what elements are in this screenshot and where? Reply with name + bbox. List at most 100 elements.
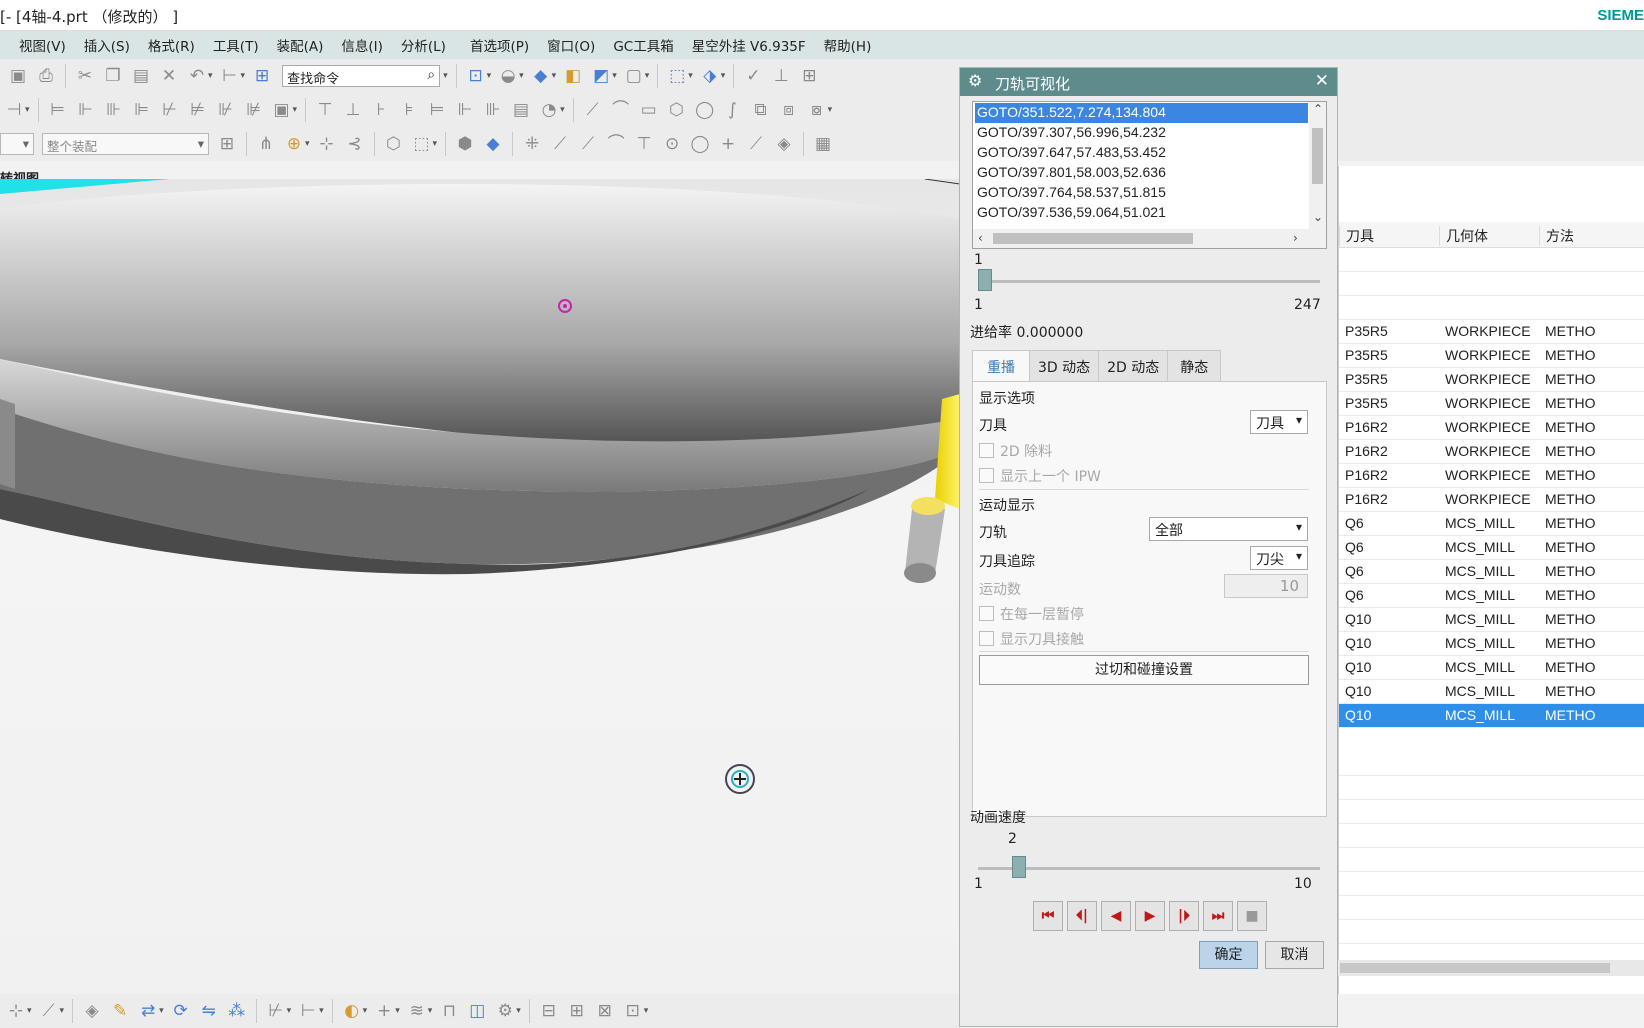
menu-window[interactable]: 窗口(O) — [538, 35, 604, 55]
create-program-icon[interactable]: ⊣ — [4, 100, 24, 120]
checkbox-box[interactable] — [979, 468, 994, 483]
col-geometry[interactable]: 几何体 — [1439, 226, 1488, 246]
machine-tool-icon[interactable]: ⊨ — [427, 100, 447, 120]
shop-doc-icon[interactable]: ▤ — [511, 100, 531, 120]
snap-face-icon[interactable]: ◈ — [774, 134, 794, 154]
scroll-thumb[interactable] — [993, 233, 1193, 244]
compare-icon[interactable]: ⊟ — [539, 1001, 559, 1021]
chevron-down-icon[interactable]: ▾ — [428, 1006, 433, 1016]
table-row[interactable]: Q10 MCS_MILL METHO — [1339, 656, 1644, 680]
speed-slider-thumb[interactable] — [1012, 856, 1026, 878]
undo-icon[interactable]: ↶ — [187, 66, 207, 86]
search-icon[interactable]: ⌕ — [427, 67, 435, 83]
box-icon[interactable]: ◫ — [467, 1001, 487, 1021]
post-icon[interactable]: ⊪ — [483, 100, 503, 120]
rewind-to-start-button[interactable]: ⏮ — [1033, 901, 1063, 931]
path-project-icon[interactable]: ⊯ — [244, 100, 264, 120]
chevron-down-icon[interactable]: ▾ — [688, 71, 693, 81]
analyze-icon[interactable]: ⊠ — [595, 1001, 615, 1021]
list-item[interactable]: GOTO/397.647,57.483,53.452 — [975, 143, 1168, 163]
gear-icon[interactable]: ⚙ — [495, 1001, 515, 1021]
grid-icon[interactable]: ▦ — [813, 134, 833, 154]
point-icon[interactable]: ⊹ — [317, 134, 337, 154]
polygon-icon[interactable]: ⬡ — [667, 100, 687, 120]
menu-format[interactable]: 格式(R) — [139, 35, 204, 55]
generate-icon[interactable]: ⊞ — [799, 66, 819, 86]
curve-rule-icon[interactable]: ⊰ — [345, 134, 365, 154]
chevron-down-icon[interactable]: ▾ — [560, 105, 565, 115]
select-feature-icon[interactable]: ⊕ — [284, 134, 304, 154]
checkbox-box[interactable] — [979, 443, 994, 458]
spline-icon[interactable]: ∫ — [723, 100, 743, 120]
snap-line-icon[interactable]: ⟋ — [746, 134, 766, 154]
chevron-right-icon[interactable]: › — [1293, 231, 1298, 245]
snap-control-icon[interactable]: ⟋ — [578, 134, 598, 154]
rotate-icon[interactable]: ⟳ — [171, 1001, 191, 1021]
table-row[interactable]: Q10 MCS_MILL METHO — [1339, 632, 1644, 656]
col-tool[interactable]: 刀具 — [1339, 226, 1374, 246]
search-input[interactable]: 查找命令 ⌕ — [282, 65, 441, 87]
menu-tools[interactable]: 工具(T) — [204, 35, 268, 55]
report-icon[interactable]: ⊡ — [623, 1001, 643, 1021]
chevron-down-icon[interactable]: ▾ — [828, 105, 833, 115]
list-item[interactable]: GOTO/397.307,56.996,54.232 — [975, 123, 1168, 143]
save-icon[interactable]: ▣ — [8, 66, 28, 86]
chevron-down-icon[interactable]: ▾ — [644, 1006, 649, 1016]
cancel-button[interactable]: 取消 — [1265, 941, 1324, 969]
snap-mid-icon[interactable]: ⟋ — [550, 134, 570, 154]
menu-help[interactable]: 帮助(H) — [815, 35, 881, 55]
chevron-down-icon[interactable]: ▾ — [319, 1006, 324, 1016]
align-left-icon[interactable]: ⊨ — [48, 100, 68, 120]
play-backward-button[interactable]: ◀ — [1101, 901, 1131, 931]
goto-list[interactable]: GOTO/351.522,7.274,134.804 GOTO/397.307,… — [972, 101, 1327, 249]
tab-static[interactable]: 静态 — [1167, 350, 1222, 382]
chevron-down-icon[interactable]: ▾ — [25, 105, 30, 115]
snap-intersect-icon[interactable]: + — [718, 134, 738, 154]
menu-gc-toolbox[interactable]: GC工具箱 — [604, 35, 682, 55]
program-order-icon[interactable]: ⊧ — [399, 100, 419, 120]
offset-icon[interactable]: ⧉ — [751, 100, 771, 120]
snap-point-icon[interactable]: ⊹ — [6, 1001, 26, 1021]
chevron-down-icon[interactable]: ▾ — [443, 71, 448, 81]
print-icon[interactable]: ⎙ — [36, 66, 56, 86]
menu-preferences[interactable]: 首选项(P) — [461, 35, 538, 55]
path-copy-icon[interactable]: ⊬ — [160, 100, 180, 120]
table-row[interactable]: Q6 MCS_MILL METHO — [1339, 536, 1644, 560]
assembly-scope-combo[interactable]: 整个装配 — [42, 133, 209, 155]
path-transform-icon[interactable]: ⊮ — [216, 100, 236, 120]
paste-icon[interactable]: ▤ — [131, 66, 151, 86]
feature-icon[interactable]: ⬗ — [700, 66, 720, 86]
rect-icon[interactable]: ▭ — [639, 100, 659, 120]
list-item[interactable]: GOTO/397.536,59.064,51.021 — [975, 203, 1168, 223]
fit-view-icon[interactable]: ⊡ — [466, 66, 486, 86]
table-row[interactable]: Q6 MCS_MILL METHO — [1339, 560, 1644, 584]
path-delete-icon[interactable]: ⊭ — [188, 100, 208, 120]
ruler-icon[interactable]: ⊢ — [298, 1001, 318, 1021]
checkbox-show-contact[interactable]: 显示刀具接触 — [979, 629, 1084, 649]
checkbox-box[interactable] — [979, 606, 994, 621]
gouge-collision-settings-button[interactable]: 过切和碰撞设置 — [979, 655, 1309, 685]
tool-icon[interactable]: ⊤ — [315, 100, 335, 120]
snap-icon[interactable]: ⋔ — [256, 134, 276, 154]
chevron-down-icon[interactable]: ▾ — [519, 71, 524, 81]
plus-icon[interactable]: + — [374, 1001, 394, 1021]
chevron-down-icon[interactable]: ▾ — [293, 105, 298, 115]
path-icon[interactable]: ⊪ — [104, 100, 124, 120]
hexagon-icon[interactable]: ⬡ — [384, 134, 404, 154]
checkbox-pause-each-level[interactable]: 在每一层暂停 — [979, 604, 1084, 624]
progress-slider-thumb[interactable] — [978, 269, 992, 291]
chevron-down-icon[interactable]: ▾ — [159, 1006, 164, 1016]
chevron-down-icon[interactable]: ▾ — [241, 71, 246, 81]
clip-section-icon[interactable]: ◩ — [591, 66, 611, 86]
path-display-select[interactable]: 全部 — [1149, 517, 1308, 541]
close-icon[interactable]: ✕ — [1315, 71, 1329, 91]
col-method[interactable]: 方法 — [1539, 226, 1574, 246]
chevron-left-icon[interactable]: ‹ — [978, 231, 983, 245]
method-icon[interactable]: ⊦ — [371, 100, 391, 120]
list-vscrollbar[interactable]: ⌃ ⌄ — [1309, 102, 1326, 230]
table-row[interactable]: P35R5 WORKPIECE METHO — [1339, 368, 1644, 392]
menu-insert[interactable]: 插入(S) — [75, 35, 139, 55]
snap-tangent-icon[interactable]: ⌒ — [606, 134, 626, 154]
step-forward-button[interactable]: |⏵ — [1169, 901, 1199, 931]
table-row[interactable]: P35R5 WORKPIECE METHO — [1339, 320, 1644, 344]
